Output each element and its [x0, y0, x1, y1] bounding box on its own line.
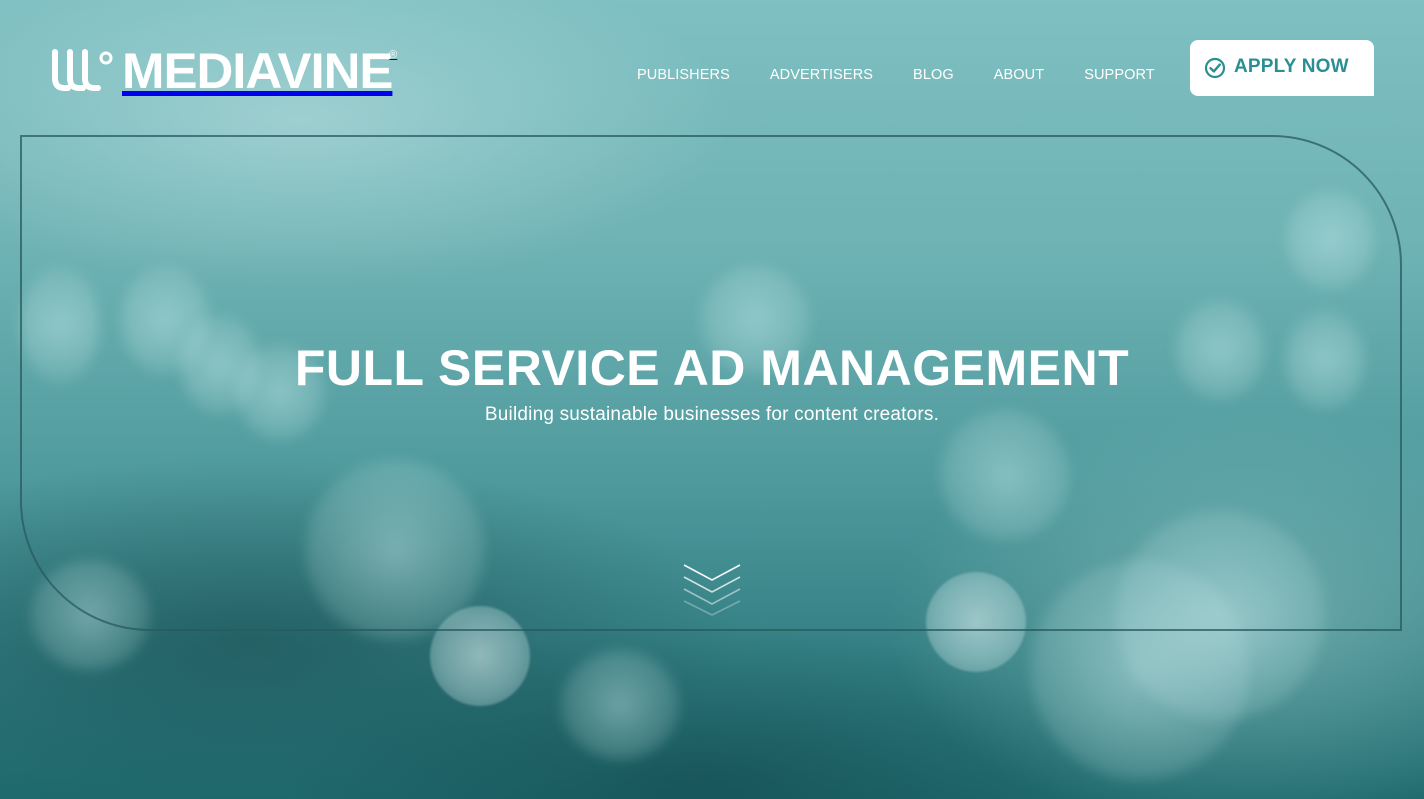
- nav-item-support[interactable]: SUPPORT: [1084, 67, 1155, 83]
- hero-background: MEDIAVINE ® PUBLISHERS ADVERTISERS BLOG …: [0, 0, 1424, 799]
- nav-item-about[interactable]: ABOUT: [994, 67, 1044, 83]
- hero-subtitle: Building sustainable businesses for cont…: [484, 404, 940, 425]
- mediavine-logo[interactable]: MEDIAVINE ®: [50, 43, 397, 99]
- main-nav: PUBLISHERS ADVERTISERS BLOG ABOUT SUPPOR…: [637, 67, 1155, 83]
- nav-item-publishers[interactable]: PUBLISHERS: [637, 67, 730, 83]
- apply-now-label: APPLY NOW: [1234, 56, 1349, 77]
- nav-item-blog[interactable]: BLOG: [913, 67, 954, 83]
- nav-item-advertisers[interactable]: ADVERTISERS: [770, 67, 873, 83]
- check-circle-icon: [1204, 57, 1226, 79]
- hero-title: FULL SERVICE AD MANAGEMENT: [294, 340, 1130, 396]
- bokeh-light: [560, 650, 680, 760]
- logo-wordmark: MEDIAVINE: [122, 43, 393, 99]
- apply-now-button[interactable]: APPLY NOW: [1190, 40, 1374, 96]
- mediavine-logo-mark-icon: [52, 49, 113, 91]
- chevron-down-double-icon[interactable]: [682, 562, 742, 616]
